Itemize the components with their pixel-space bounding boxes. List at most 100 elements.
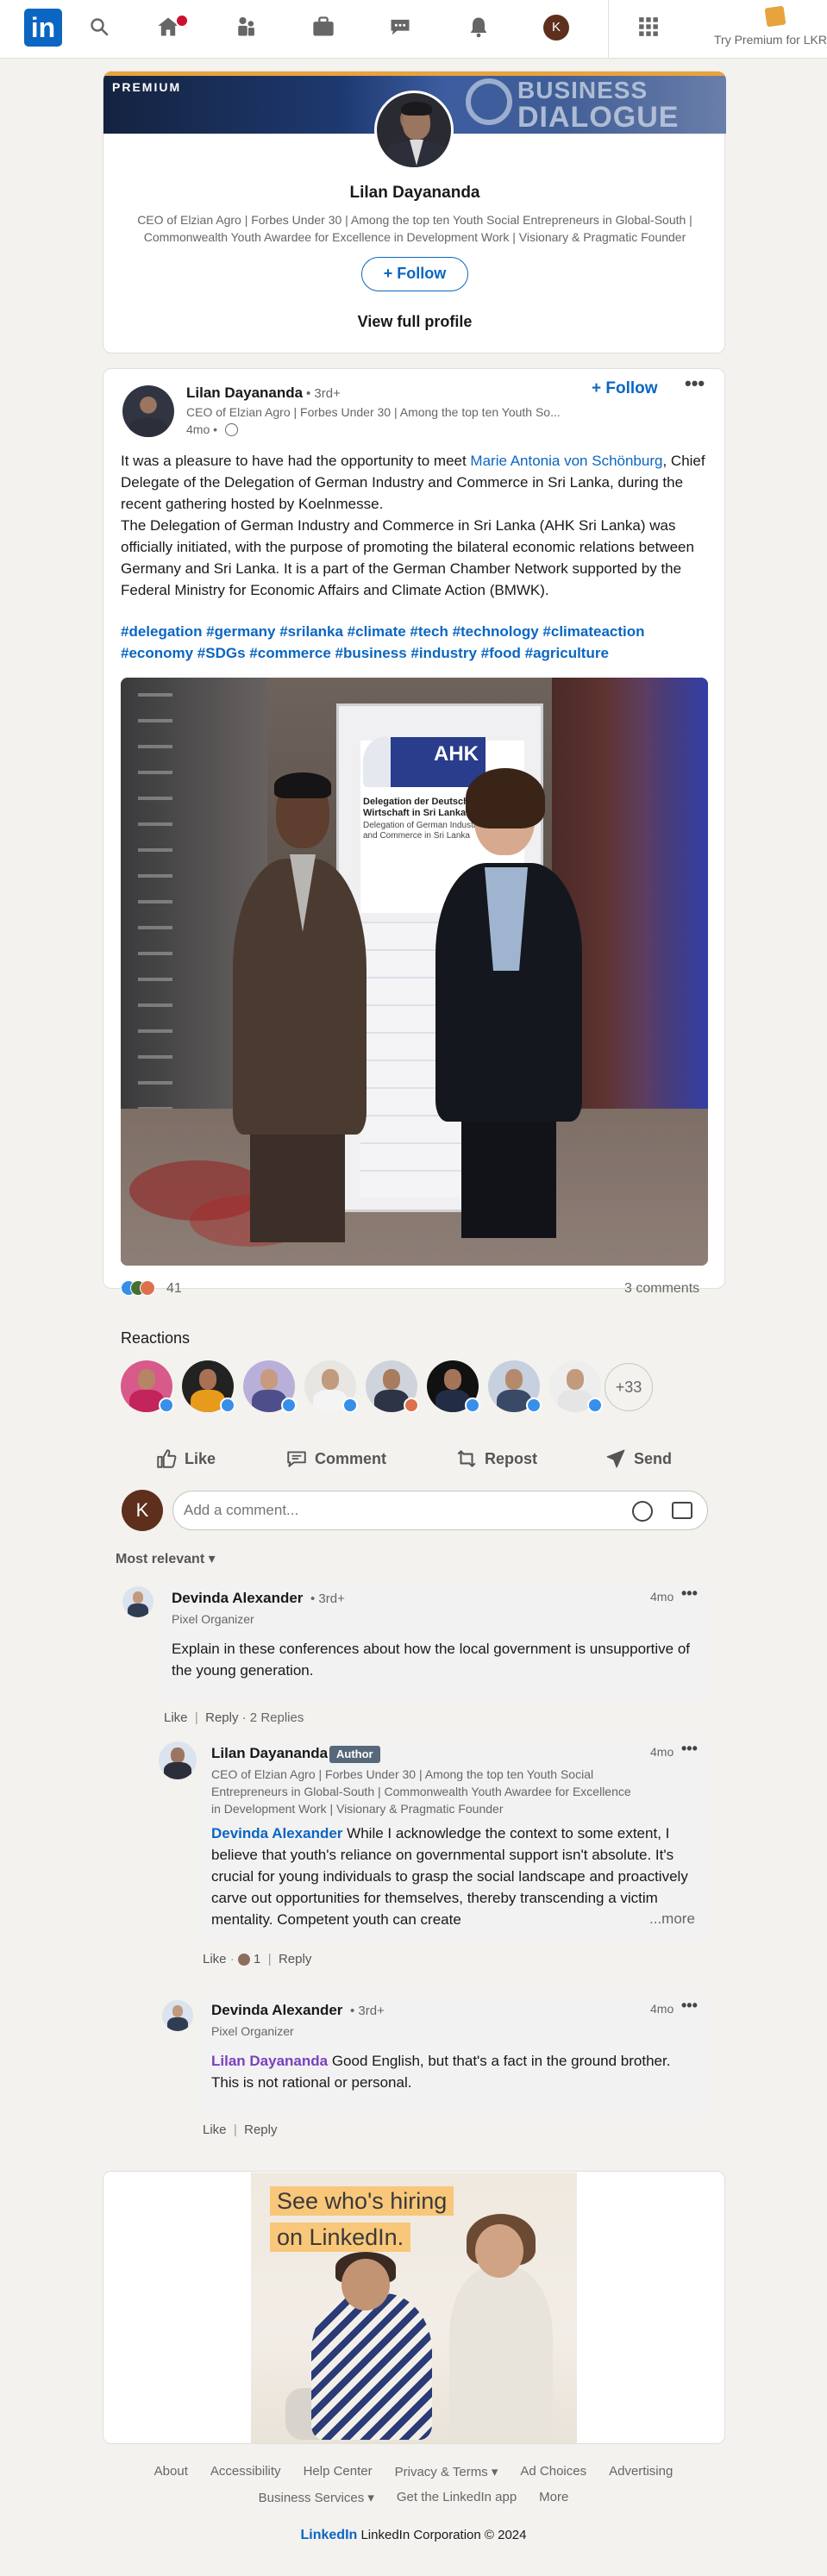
like-icon <box>157 1449 177 1468</box>
reply-more-icon[interactable]: ••• <box>681 1740 698 1758</box>
profile-photo[interactable] <box>374 91 454 170</box>
jobs-icon[interactable] <box>309 12 338 41</box>
people-icon[interactable] <box>231 12 260 41</box>
footer-link-advertising[interactable]: Advertising <box>609 2464 673 2479</box>
reply-like-button[interactable]: Like <box>203 1952 227 1966</box>
post-author-name[interactable]: Lilan Dayananda <box>186 385 303 402</box>
send-icon <box>606 1449 625 1468</box>
sort-comments-dropdown[interactable]: Most relevant ▾ <box>116 1550 216 1567</box>
commenter-avatar[interactable]: K <box>122 1490 163 1531</box>
profile-card: PREMIUM BUSINESS DIALOGUE Lilan Dayanand… <box>103 71 726 353</box>
comment-input[interactable] <box>172 1491 708 1530</box>
reply-text: Lilan Dayananda Good English, but that's… <box>211 2050 699 2093</box>
post-author-avatar[interactable] <box>122 385 174 437</box>
repost-label: Repost <box>485 1449 538 1467</box>
notifications-icon[interactable] <box>464 12 493 41</box>
footer-link-get-app[interactable]: Get the LinkedIn app <box>397 2490 517 2505</box>
comment-reply-button[interactable]: Reply <box>205 1710 238 1725</box>
comment-actions: Like | Reply · 2 Replies <box>164 1710 304 1725</box>
linkedin-logo[interactable]: in <box>24 9 62 47</box>
ad-headline-line2: on LinkedIn. <box>270 2223 411 2252</box>
comment-more-icon[interactable]: ••• <box>681 1585 698 1603</box>
footer-linkedin-logo[interactable]: LinkedIn <box>301 2528 358 2542</box>
reply-text: Devinda Alexander While I acknowledge th… <box>211 1823 694 1929</box>
reactor-like-icon <box>342 1397 358 1413</box>
post-hashtags[interactable]: #delegation #germany #srilanka #climate … <box>121 621 716 664</box>
emoji-icon[interactable] <box>632 1501 653 1522</box>
post-author-degree: • 3rd+ <box>306 386 341 401</box>
nav-divider <box>608 0 609 59</box>
post-author-headline: CEO of Elzian Agro | Forbes Under 30 | A… <box>186 405 561 419</box>
reply-actions: Like | Reply <box>203 2123 278 2137</box>
me-avatar[interactable]: K <box>543 15 569 41</box>
ad-card: See who's hiring on LinkedIn. <box>103 2171 725 2444</box>
send-button[interactable]: Send <box>605 1441 672 1476</box>
send-label: Send <box>634 1449 673 1467</box>
reply-author-subtitle: Pixel Organizer <box>211 2024 294 2038</box>
comment-button[interactable]: Comment <box>285 1441 386 1476</box>
reply-mention-link[interactable]: Lilan Dayananda <box>211 2053 328 2069</box>
post-follow-button[interactable]: + Follow <box>592 379 658 398</box>
see-more-link[interactable]: ...more <box>644 1910 695 1928</box>
footer-links-row1: About Accessibility Help Center Privacy … <box>0 2464 827 2479</box>
reply-author-name[interactable]: Devinda Alexander <box>211 2002 342 2019</box>
reply-reactor-avatar <box>237 1954 250 1966</box>
footer-link-help-center[interactable]: Help Center <box>304 2464 373 2479</box>
footer-link-accessibility[interactable]: Accessibility <box>210 2464 281 2479</box>
premium-cta[interactable]: Try Premium for LKR0 <box>714 33 827 47</box>
reply-time: 4mo <box>650 1745 674 1759</box>
footer-link-about[interactable]: About <box>154 2464 188 2479</box>
reply-more-icon[interactable]: ••• <box>681 1997 698 2015</box>
post-text-paragraph: The Delegation of German Industry and Co… <box>121 517 694 598</box>
comment-icon <box>287 1451 306 1467</box>
hiring-ad-image[interactable]: See who's hiring on LinkedIn. <box>251 2173 577 2443</box>
repost-button[interactable]: Repost <box>455 1441 537 1476</box>
ad-headline-line1: See who's hiring <box>270 2186 454 2216</box>
profile-follow-button[interactable]: + Follow <box>361 257 468 291</box>
footer-link-ad-choices[interactable]: Ad Choices <box>520 2464 586 2479</box>
post-time: 4mo • <box>186 422 218 436</box>
comment-author-degree: • 3rd+ <box>310 1591 345 1606</box>
view-full-profile-link[interactable]: View full profile <box>103 313 726 331</box>
notification-badge <box>175 14 189 28</box>
apps-grid-icon[interactable] <box>634 12 663 41</box>
like-button[interactable]: Like <box>155 1441 216 1476</box>
reaction-count[interactable]: 41 <box>166 1281 182 1297</box>
post-image[interactable]: AHK Delegation der Deutschen Wirtschaft i… <box>121 678 708 1266</box>
reply-avatar[interactable] <box>159 1741 197 1779</box>
comment-author-name[interactable]: Devinda Alexander <box>172 1590 303 1607</box>
reply-author-name[interactable]: Lilan Dayananda <box>211 1745 328 1762</box>
image-upload-icon[interactable] <box>672 1502 692 1519</box>
post-more-icon[interactable]: ••• <box>685 372 705 395</box>
messaging-icon[interactable] <box>385 12 415 41</box>
footer-link-more[interactable]: More <box>539 2490 568 2505</box>
comment-like-button[interactable]: Like <box>164 1710 188 1725</box>
footer-copyright: LinkedIn Corporation © 2024 <box>360 2528 527 2542</box>
reply-avatar[interactable] <box>162 2000 193 2031</box>
post-mention-link[interactable]: Marie Antonia von Schönburg <box>470 453 662 469</box>
like-label: Like <box>185 1449 216 1467</box>
premium-icon[interactable] <box>764 5 786 28</box>
reply-reply-button[interactable]: Reply <box>279 1952 311 1966</box>
reply-time: 4mo <box>650 2002 674 2016</box>
premium-label: PREMIUM <box>112 80 182 94</box>
footer-link-business-services[interactable]: Business Services ▾ <box>259 2490 374 2505</box>
comment-replies-count[interactable]: · 2 Replies <box>242 1710 304 1725</box>
repost-icon <box>457 1450 476 1467</box>
reply-mention-link[interactable]: Devinda Alexander <box>211 1825 342 1841</box>
reply-like-count[interactable]: 1 <box>254 1952 260 1966</box>
reaction-icons[interactable] <box>121 1280 166 1297</box>
comment-avatar[interactable] <box>122 1586 153 1617</box>
reply-like-button[interactable]: Like <box>203 2123 227 2137</box>
more-reactors-button[interactable]: +33 <box>605 1363 653 1411</box>
footer-link-privacy-terms[interactable]: Privacy & Terms ▾ <box>395 2464 498 2479</box>
banner-text-dialogue: DIALOGUE <box>517 101 680 134</box>
globe-icon <box>225 423 238 436</box>
image-banner-subtext: Delegation of German Industry and Commerc… <box>363 821 481 841</box>
reactor-like-icon <box>220 1397 235 1413</box>
search-icon[interactable] <box>85 12 114 41</box>
comments-count-link[interactable]: 3 comments <box>624 1281 699 1297</box>
reply-reply-button[interactable]: Reply <box>244 2123 277 2137</box>
love-reaction-icon <box>140 1280 155 1296</box>
profile-name[interactable]: Lilan Dayananda <box>103 184 726 203</box>
